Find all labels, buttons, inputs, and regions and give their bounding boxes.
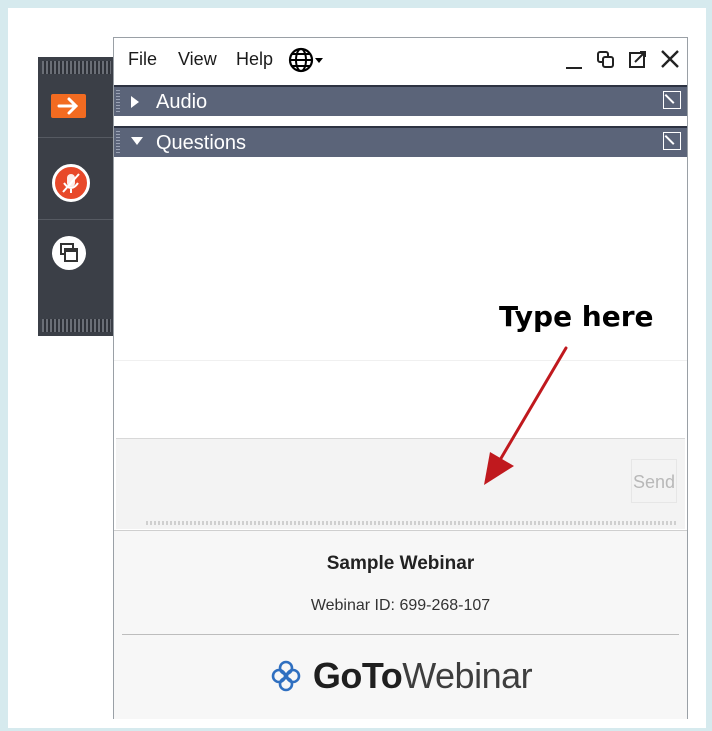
- menu-view[interactable]: View: [178, 46, 217, 72]
- chevron-down-icon: [315, 58, 323, 63]
- questions-section-label: Questions: [156, 132, 247, 154]
- resize-handle[interactable]: [146, 521, 677, 525]
- menu-file[interactable]: File: [128, 46, 157, 72]
- close-icon: [661, 50, 679, 68]
- webinar-info: Sample Webinar Webinar ID: 699-268-107 G…: [114, 530, 687, 719]
- control-panel: File View Help Audio Questions Send Samp…: [113, 37, 688, 719]
- caret-down-icon: [131, 137, 143, 145]
- brand-wordmark: GoToWebinar: [312, 655, 533, 696]
- question-input[interactable]: Send: [116, 438, 685, 529]
- strip-divider: [38, 137, 115, 138]
- minimize-button[interactable]: [563, 46, 585, 74]
- audio-section-header[interactable]: Audio: [114, 85, 687, 116]
- drag-handle-top[interactable]: [42, 61, 111, 74]
- screen-share-button[interactable]: [52, 236, 86, 270]
- webinar-id: Webinar ID: 699-268-107: [310, 597, 491, 614]
- close-button[interactable]: [659, 46, 681, 74]
- control-strip: [38, 57, 115, 336]
- popout-section-icon[interactable]: [663, 132, 681, 150]
- drag-handle-bottom[interactable]: [42, 319, 111, 332]
- send-button[interactable]: Send: [631, 459, 677, 503]
- annotation-arrow: [484, 346, 568, 485]
- divider: [122, 634, 679, 635]
- section-drag-handle[interactable]: [116, 90, 120, 114]
- screenshot: File View Help Audio Questions Send Samp…: [0, 0, 712, 731]
- mic-muted-icon: [62, 173, 80, 193]
- screen-share-icon: [60, 243, 78, 262]
- menu-bar: File View Help: [114, 38, 687, 82]
- restore-button[interactable]: [595, 46, 617, 74]
- popout-button[interactable]: [627, 46, 649, 74]
- collapse-panel-button[interactable]: [51, 94, 86, 118]
- webinar-title: Sample Webinar: [326, 553, 475, 574]
- audio-section-label: Audio: [156, 91, 208, 113]
- gotowebinar-logo-icon: [271, 660, 301, 692]
- popout-icon: [629, 51, 646, 68]
- gotowebinar-logo: GoToWebinar: [114, 651, 687, 701]
- window-controls: [563, 46, 681, 74]
- annotation-label: Type here: [499, 300, 654, 333]
- popout-section-icon[interactable]: [663, 91, 681, 109]
- section-drag-handle[interactable]: [116, 131, 120, 155]
- menu-help[interactable]: Help: [236, 46, 273, 72]
- language-menu[interactable]: [287, 45, 323, 75]
- caret-right-icon: [131, 96, 139, 108]
- strip-divider: [38, 219, 115, 220]
- questions-section-header[interactable]: Questions: [114, 126, 687, 157]
- globe-icon: [288, 47, 323, 73]
- questions-log-area: [114, 360, 687, 439]
- arrow-right-icon: [57, 97, 79, 115]
- mute-button[interactable]: [52, 164, 90, 202]
- minimize-icon: [566, 67, 582, 69]
- restore-icon: [597, 51, 614, 68]
